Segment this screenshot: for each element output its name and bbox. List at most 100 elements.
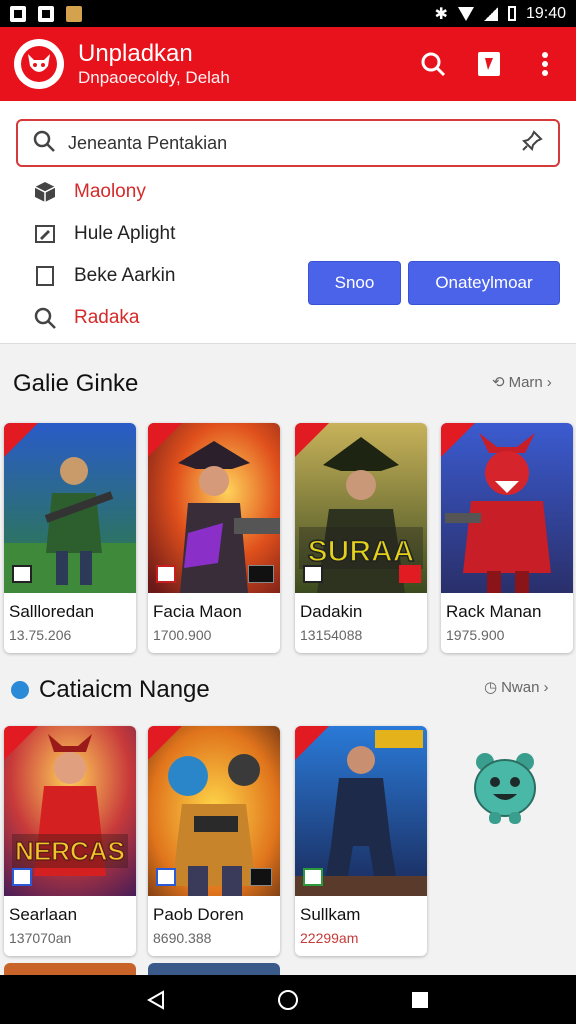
clipboard-icon[interactable] [472,47,506,81]
back-icon[interactable] [136,980,176,1020]
more-label: Nwan [501,678,540,696]
game-title: Dadakin [300,602,363,621]
filter-panel: Maolony Hule Aplight Beke Aarkin Radaka … [0,101,576,344]
game-cover-image [148,423,280,593]
next-row-card [4,963,136,975]
download-count: 1700.900 [153,627,212,643]
section-more-link[interactable]: ◷ Nwan › [484,678,549,697]
platform-icon [156,565,176,583]
app-logo [14,39,64,89]
game-card[interactable]: Facia Maon 1700.900 [148,423,280,653]
search-icon[interactable] [416,47,450,81]
publisher-icon [248,565,274,583]
download-count: 22299am [300,930,359,946]
platform-icon [12,565,32,583]
status-bar: ✱ 19:40 [0,0,576,27]
game-title: Sallloredan [9,602,95,621]
primary-button[interactable]: Snoo [308,261,401,305]
wifi-icon [457,6,474,21]
game-title: Paob Doren [153,905,244,924]
app-subtitle: Dnpaoecoldy, Delah [78,68,230,87]
search-icon [32,305,58,331]
notification-icon [10,5,26,22]
status-time: 19:40 [525,4,566,22]
battery-icon [507,6,516,21]
platform-icon [156,868,176,886]
section-title-label: Catiaicm Nange [39,676,210,703]
notification-icon [38,5,54,22]
search-icon [32,129,56,158]
game-cover-image: SURAA [295,423,427,593]
ribbon-badge [148,726,182,760]
ribbon-badge [148,423,182,457]
notification-icon [66,5,82,22]
download-count: 13154088 [300,627,363,643]
menu-item-label: Radaka [74,307,140,328]
game-cover-image: NERCAS [4,726,136,896]
game-title: Sullkam [300,905,361,924]
download-count: 1975.900 [446,627,505,643]
download-count: 137070an [9,930,72,946]
platform-icon [303,868,323,886]
game-card[interactable]: SURAA Dadakin 13154088 [295,423,427,653]
section-more-link[interactable]: ⟲ Marn › [492,373,552,392]
ribbon-badge [441,423,475,457]
game-title: Rack Manan [446,602,542,621]
game-cover-image [295,726,427,896]
platform-icon [12,868,32,886]
platform-icon [303,565,323,583]
package-icon [32,179,58,205]
signal-icon [483,6,498,21]
game-card[interactable]: NERCAS Searlaan 137070an [4,726,136,956]
more-vert-icon[interactable] [528,47,562,81]
game-cover-text: NERCAS [15,836,125,866]
app-bar: Unpladkan Dnpaoecoldy, Delah [0,27,576,101]
download-count: 13.75.206 [9,627,72,643]
chevron-right-icon: › [543,678,549,696]
menu-item-maolony[interactable]: Maolony [32,171,175,213]
game-cover-image [148,726,280,896]
ribbon-badge [295,423,329,457]
search-bar[interactable] [16,119,560,167]
game-card[interactable]: Paob Doren 8690.388 [148,726,280,956]
game-cover-image [4,423,136,593]
refresh-icon: ⟲ [492,374,505,391]
app-title: Unpladkan [78,40,193,67]
game-card[interactable]: Sullkam 22299am [295,726,427,956]
publisher-icon [250,868,272,886]
next-row-card [148,963,280,975]
menu-item-beke-aarkin[interactable]: Beke Aarkin [32,255,175,297]
more-label: Marn [508,373,543,391]
search-input[interactable] [68,132,520,154]
ribbon-badge [4,423,38,457]
publisher-icon [399,565,421,583]
game-title: Searlaan [9,905,78,924]
pin-icon[interactable] [520,129,544,158]
menu-item-hule-aplight[interactable]: Hule Aplight [32,213,175,255]
ribbon-badge [4,726,38,760]
menu-item-label: Maolony [74,181,146,202]
edit-tag-icon [32,221,58,247]
game-title: Facia Maon [153,602,242,621]
download-count: 8690.388 [153,930,212,946]
game-cover-text: SURAA [308,535,415,568]
game-card[interactable]: Rack Manan 1975.900 [441,423,573,653]
filter-menu: Maolony Hule Aplight Beke Aarkin Radaka [32,171,175,339]
ribbon-badge [295,726,329,760]
info-icon [11,681,29,699]
game-cover-image [441,423,573,593]
mascot-icon [467,748,543,828]
menu-item-radaka[interactable]: Radaka [32,297,175,339]
square-icon [32,263,58,289]
system-nav-bar [0,975,576,1024]
home-icon[interactable] [268,980,308,1020]
game-card[interactable]: Sallloredan 13.75.206 [4,423,136,653]
menu-item-label: Beke Aarkin [74,265,176,286]
clock-icon: ◷ [484,679,498,696]
bluetooth-icon: ✱ [434,5,448,23]
recents-icon[interactable] [400,980,440,1020]
secondary-button[interactable]: Onateylmoar [408,261,560,305]
menu-item-label: Hule Aplight [74,223,176,244]
chevron-right-icon: › [546,373,552,391]
section-title: Catiaicm Nange [11,676,210,704]
